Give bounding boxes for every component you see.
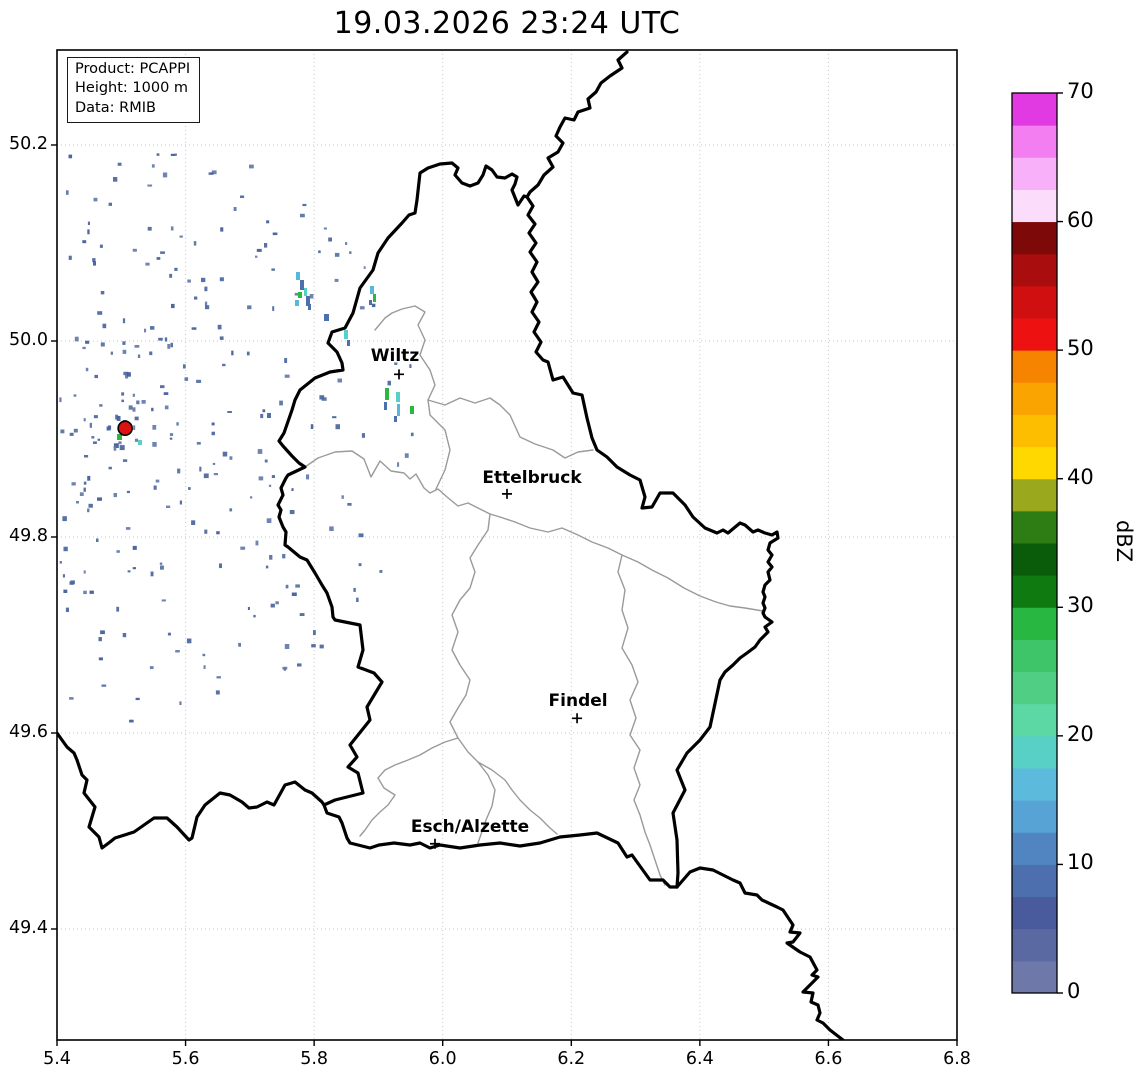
colorbar-band	[1012, 896, 1057, 930]
country-border	[276, 161, 780, 889]
canton-border	[617, 554, 666, 886]
y-tick-label: 50.0	[9, 330, 48, 350]
colorbar-band	[1012, 800, 1057, 833]
colorbar-band	[1012, 575, 1057, 608]
colorbar-band	[1012, 671, 1057, 705]
colorbar-band	[1012, 221, 1057, 255]
colorbar-band	[1012, 510, 1057, 544]
colorbar-band	[1012, 735, 1057, 769]
colorbar-band	[1012, 93, 1057, 126]
city-label: Findel	[548, 691, 608, 712]
x-tick-label: 6.8	[943, 1049, 971, 1069]
colorbar-band	[1012, 446, 1057, 480]
colorbar-tick-label: 30	[1067, 593, 1094, 618]
colorbar-tick-label: 10	[1067, 850, 1094, 875]
city-marker	[572, 713, 583, 724]
y-tick-label: 49.4	[9, 918, 48, 938]
product-info-box: Product: PCAPPI Height: 1000 m Data: RMI…	[67, 57, 201, 124]
colorbar-band	[1012, 285, 1057, 319]
colorbar-band	[1012, 478, 1057, 512]
x-tick-label: 5.6	[171, 1049, 200, 1069]
x-tick-label: 6.2	[557, 1049, 586, 1069]
city-marker	[394, 369, 404, 380]
country-border	[57, 731, 326, 850]
colorbar-band	[1012, 832, 1057, 865]
colorbar-tick-label: 40	[1067, 464, 1094, 489]
colorbar-band	[1012, 318, 1057, 351]
colorbar-band	[1012, 382, 1057, 415]
canton-border	[304, 450, 501, 518]
colorbar-tick-label: 60	[1067, 207, 1094, 232]
colorbar-band	[1012, 157, 1057, 190]
canton-border	[427, 397, 594, 459]
radar-echo-cells	[117, 272, 414, 445]
axes-frame	[56, 49, 958, 1041]
plot-area	[57, 50, 957, 1040]
colorbar	[1011, 92, 1063, 994]
city-label: Ettelbruck	[482, 467, 582, 488]
info-product-line: Product: PCAPPI	[75, 61, 191, 77]
colorbar-tick-label: 20	[1067, 721, 1094, 746]
x-tick-label: 6.0	[428, 1049, 457, 1069]
y-tick-label: 49.8	[9, 526, 48, 546]
colorbar-band	[1012, 350, 1057, 383]
colorbar-band	[1012, 768, 1057, 801]
y-tick-label: 49.6	[9, 722, 48, 742]
colorbar-tick-label: 0	[1067, 979, 1081, 1003]
colorbar-band	[1012, 414, 1057, 448]
colorbar-band	[1012, 253, 1057, 287]
colorbar-band	[1012, 960, 1057, 994]
colorbar-band	[1012, 125, 1057, 158]
colorbar-band	[1012, 928, 1057, 962]
map-canvas	[51, 49, 1063, 1046]
colorbar-band	[1012, 639, 1057, 673]
colorbar-band	[1012, 703, 1057, 737]
city-label: Wiltz	[370, 346, 420, 367]
info-height-line: Height: 1000 m	[75, 80, 189, 97]
radar-site-marker	[117, 420, 133, 437]
x-tick-label: 5.4	[43, 1049, 71, 1069]
colorbar-band	[1012, 607, 1057, 640]
radar-product-page: 19.03.2026 23:24 UTC Product: PCAPPI Hei…	[0, 0, 1145, 1084]
y-tick-label: 50.2	[9, 134, 48, 154]
country-border	[525, 50, 629, 199]
colorbar-band	[1012, 189, 1057, 223]
x-tick-label: 5.8	[300, 1049, 329, 1069]
city-label: Esch/Alzette	[410, 816, 530, 837]
x-tick-label: 6.6	[814, 1049, 843, 1069]
colorbar-unit-label: dBZ	[1112, 519, 1137, 563]
colorbar-band	[1012, 543, 1057, 576]
colorbar-band	[1012, 864, 1057, 898]
x-tick-label: 6.4	[685, 1049, 714, 1069]
info-data-line: Data: RMIB	[75, 99, 156, 116]
colorbar-tick-label: 50	[1067, 336, 1094, 361]
canton-border	[449, 513, 496, 844]
colorbar-tick-label: 70	[1067, 79, 1094, 103]
country-border	[675, 866, 845, 1040]
city-marker	[502, 488, 512, 499]
